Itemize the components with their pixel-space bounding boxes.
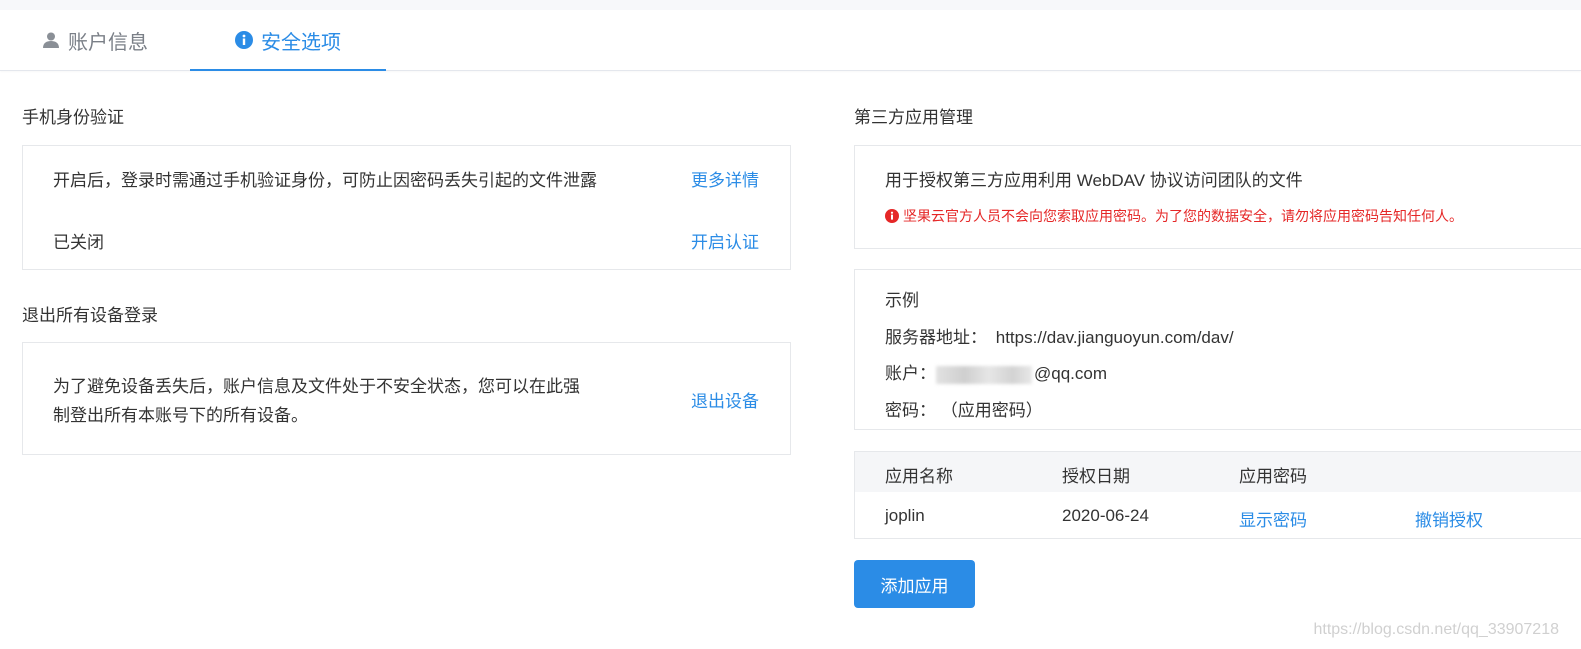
show-password-link[interactable]: 显示密码 bbox=[1239, 506, 1307, 531]
logout-devices-title: 退出所有设备登录 bbox=[22, 306, 158, 325]
password-value: （应用密码） bbox=[940, 401, 1043, 420]
security-warning: 坚果云官方人员不会向您索取应用密码。为了您的数据安全，请勿将应用密码告知任何人。 bbox=[885, 206, 1463, 226]
revoke-auth-link[interactable]: 撤销授权 bbox=[1415, 506, 1483, 531]
password-row: 密码： （应用密码） bbox=[885, 396, 1043, 421]
account-label: 账户： bbox=[885, 364, 936, 383]
apps-table-header: 应用名称 授权日期 应用密码 bbox=[855, 452, 1581, 492]
phone-auth-description: 开启后，登录时需通过手机验证身份，可防止因密码丢失引起的文件泄露 bbox=[53, 171, 597, 190]
server-address-label: 服务器地址： bbox=[885, 328, 987, 347]
header-app-password: 应用密码 bbox=[1239, 467, 1307, 486]
logout-devices-card: 为了避免设备丢失后，账户信息及文件处于不安全状态，您可以在此强 制登出所有本账号… bbox=[22, 342, 791, 455]
info-icon bbox=[235, 31, 253, 49]
third-party-title: 第三方应用管理 bbox=[854, 108, 973, 127]
password-label: 密码： bbox=[885, 401, 936, 420]
logout-description-line1: 为了避免设备丢失后，账户信息及文件处于不安全状态，您可以在此强 bbox=[53, 377, 580, 396]
third-party-description: 用于授权第三方应用利用 WebDAV 协议访问团队的文件 bbox=[885, 171, 1303, 190]
row-app-name: joplin bbox=[885, 506, 925, 525]
account-row: 账户： @qq.com bbox=[885, 359, 1107, 384]
row-auth-date: 2020-06-24 bbox=[1062, 506, 1149, 525]
security-warning-text: 坚果云官方人员不会向您索取应用密码。为了您的数据安全，请勿将应用密码告知任何人。 bbox=[903, 208, 1463, 224]
account-value: @qq.com bbox=[1034, 364, 1108, 383]
top-strip bbox=[0, 0, 1581, 10]
add-app-button[interactable]: 添加应用 bbox=[854, 560, 975, 608]
logout-devices-link[interactable]: 退出设备 bbox=[691, 387, 759, 412]
redacted-account bbox=[936, 365, 1032, 384]
user-icon bbox=[42, 31, 60, 49]
warning-icon bbox=[885, 209, 899, 223]
phone-auth-title: 手机身份验证 bbox=[22, 108, 124, 127]
header-auth-date: 授权日期 bbox=[1062, 467, 1130, 486]
tab-account-info-label: 账户信息 bbox=[68, 31, 148, 54]
tab-security-options[interactable]: 安全选项 bbox=[190, 10, 386, 71]
header-app-name: 应用名称 bbox=[885, 467, 953, 486]
tab-bar: 账户信息 安全选项 bbox=[0, 10, 1581, 71]
more-details-link[interactable]: 更多详情 bbox=[691, 166, 759, 191]
example-card: 示例 服务器地址： https://dav.jianguoyun.com/dav… bbox=[854, 269, 1581, 430]
tab-account-info[interactable]: 账户信息 bbox=[0, 10, 190, 70]
tab-security-options-label: 安全选项 bbox=[261, 31, 341, 54]
enable-auth-link[interactable]: 开启认证 bbox=[691, 228, 759, 253]
phone-auth-card: 开启后，登录时需通过手机验证身份，可防止因密码丢失引起的文件泄露 更多详情 已关… bbox=[22, 145, 791, 270]
apps-table: 应用名称 授权日期 应用密码 joplin 2020-06-24 显示密码 撤销… bbox=[854, 451, 1581, 539]
server-address-value: https://dav.jianguoyun.com/dav/ bbox=[995, 328, 1234, 347]
logout-description-line2: 制登出所有本账号下的所有设备。 bbox=[53, 406, 308, 425]
phone-auth-status: 已关闭 bbox=[53, 233, 104, 252]
third-party-info-card: 用于授权第三方应用利用 WebDAV 协议访问团队的文件 坚果云官方人员不会向您… bbox=[854, 145, 1581, 249]
example-heading: 示例 bbox=[885, 291, 919, 310]
watermark: https://blog.csdn.net/qq_33907218 bbox=[1313, 621, 1559, 638]
server-address-row: 服务器地址： https://dav.jianguoyun.com/dav/ bbox=[885, 323, 1234, 348]
